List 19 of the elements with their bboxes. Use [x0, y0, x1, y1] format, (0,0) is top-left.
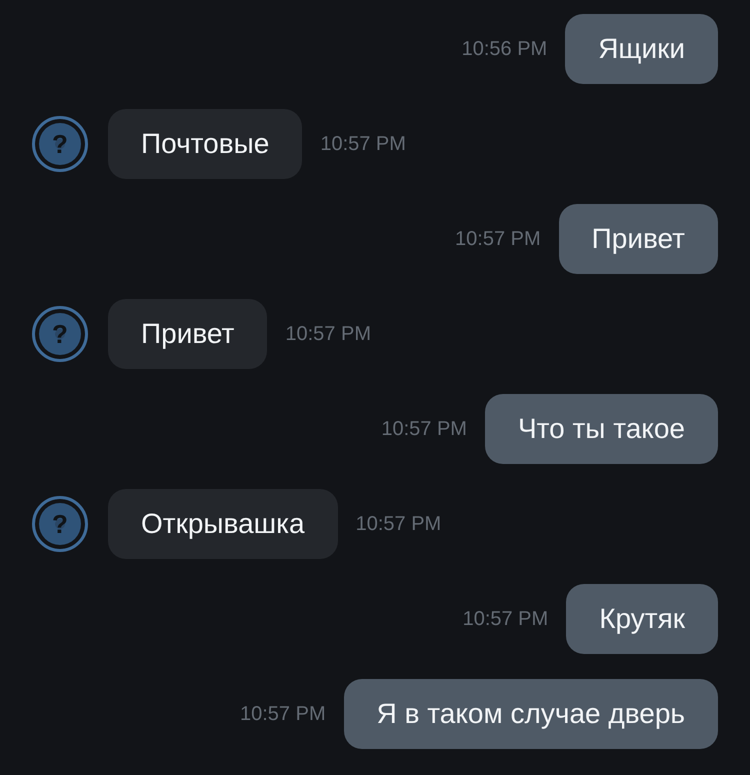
message-bubble: Почтовые — [108, 109, 302, 179]
avatar-icon: ? — [32, 116, 88, 172]
message-bubble: Открывашка — [108, 489, 338, 559]
message-time: 10:57 PM — [240, 702, 326, 726]
message-bubble: Ящики — [565, 14, 718, 84]
message-time: 10:57 PM — [455, 228, 541, 250]
avatar-icon: ? — [32, 496, 88, 552]
avatar-icon: ? — [32, 306, 88, 362]
message-time: 10:57 PM — [381, 418, 467, 440]
message-time: 10:57 PM — [356, 512, 442, 536]
message-bubble: Что ты такое — [484, 394, 718, 464]
message-time: 10:56 PM — [462, 38, 548, 60]
message-bubble: Я в таком случае дверь — [344, 679, 718, 749]
message-time: 10:57 PM — [462, 608, 548, 630]
message-bubble: Привет — [558, 204, 718, 274]
message-time: 10:57 PM — [285, 322, 371, 346]
message-bubble: Крутяк — [566, 584, 718, 654]
message-bubble: Привет — [108, 299, 268, 369]
message-time: 10:57 PM — [320, 132, 406, 156]
